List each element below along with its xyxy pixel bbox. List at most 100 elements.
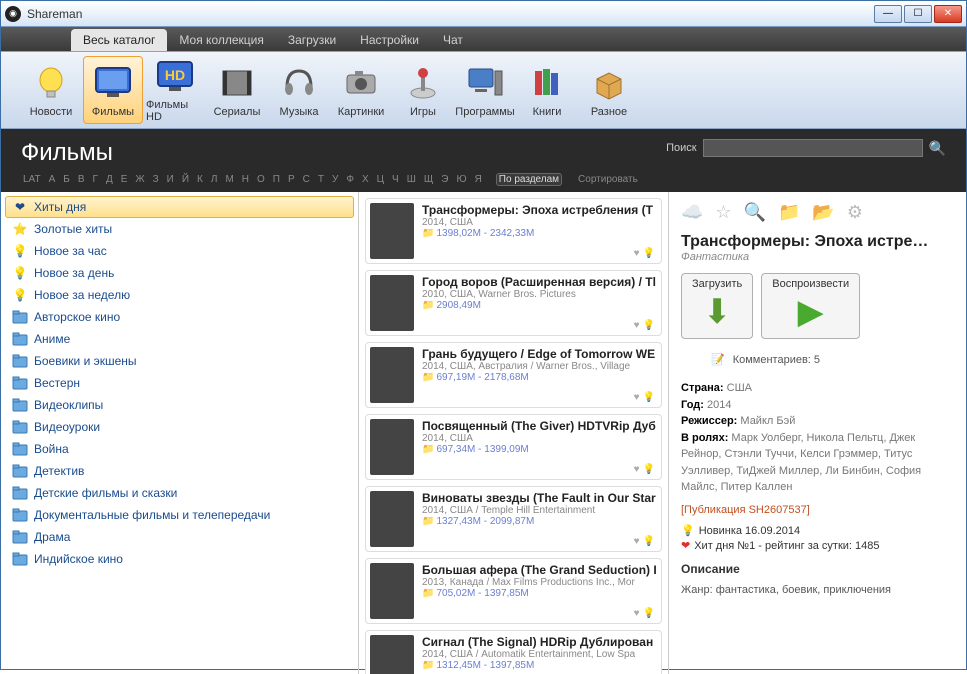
toolbar-box[interactable]: Разное [579,56,639,124]
alpha-Н[interactable]: Н [240,174,251,185]
alpha-Щ[interactable]: Щ [422,174,435,185]
open-folder-icon[interactable]: 📂 [812,202,834,223]
sidebar-item-2[interactable]: 💡Новое за час [5,240,354,262]
toolbar-bulb[interactable]: Новости [21,56,81,124]
alpha-Х[interactable]: Х [360,174,371,185]
alpha-У[interactable]: У [330,174,340,185]
menu-item-2[interactable]: Загрузки [276,29,348,51]
toolbar-film[interactable]: Сериалы [207,56,267,124]
alpha-Т[interactable]: Т [316,174,326,185]
upload-icon[interactable]: ☁️ [681,202,703,223]
movie-size: 📁697,34M - 1399,09M [422,444,657,455]
alpha-О[interactable]: О [255,174,267,185]
toolbar-hd[interactable]: HDФильмы HD [145,56,205,124]
download-button[interactable]: Загрузить ⬇ [681,273,753,339]
alpha-З[interactable]: З [151,174,161,185]
sidebar-item-0[interactable]: ❤Хиты дня [5,196,354,218]
books-icon [526,62,568,104]
alpha-Г[interactable]: Г [91,174,100,185]
alpha-LAT[interactable]: LAT [21,174,43,185]
menu-item-1[interactable]: Моя коллекция [167,29,275,51]
alpha-Д[interactable]: Д [104,174,115,185]
menu-item-3[interactable]: Настройки [348,29,431,51]
comments-row[interactable]: 📝 Комментариев: 5 [711,353,954,366]
sidebar-item-13[interactable]: Детские фильмы и сказки [5,482,354,504]
sidebar-item-8[interactable]: Вестерн [5,372,354,394]
maximize-button[interactable]: ☐ [904,5,932,23]
sort-label[interactable]: Сортировать [576,174,640,185]
movie-row-2[interactable]: Грань будущего / Edge of Tomorrow WE2014… [365,342,662,408]
titlebar: ◉ Shareman — ☐ ✕ [1,1,966,27]
search-input[interactable] [703,139,923,157]
sidebar-item-14[interactable]: Документальные фильмы и телепередачи [5,504,354,526]
sidebar-item-10[interactable]: Видеоуроки [5,416,354,438]
alpha-Ч[interactable]: Ч [390,174,401,185]
settings-icon[interactable]: ⚙ [847,202,863,223]
heart-icon[interactable]: ♥ [634,608,640,619]
sidebar-item-9[interactable]: Видеоклипы [5,394,354,416]
play-label: Воспроизвести [772,278,849,290]
sidebar-item-15[interactable]: Драма [5,526,354,548]
sidebar-item-11[interactable]: Война [5,438,354,460]
movie-row-3[interactable]: Посвященный (The Giver) HDTVRip Дуб2014,… [365,414,662,480]
movie-row-0[interactable]: Трансформеры: Эпоха истребления (T2014, … [365,198,662,264]
alpha-И[interactable]: И [165,174,176,185]
alpha-П[interactable]: П [271,174,282,185]
heart-icon[interactable]: ♥ [634,320,640,331]
sidebar: ❤Хиты дня⭐Золотые хиты💡Новое за час💡Ново… [1,192,359,674]
alpha-Й[interactable]: Й [180,174,191,185]
folder-icon[interactable]: 📁 [778,202,800,223]
alpha-К[interactable]: К [195,174,205,185]
sidebar-item-4[interactable]: 💡Новое за неделю [5,284,354,306]
minimize-button[interactable]: — [874,5,902,23]
sidebar-item-7[interactable]: Боевики и экшены [5,350,354,372]
search-icon[interactable]: 🔍 [929,140,946,157]
close-button[interactable]: ✕ [934,5,962,23]
heart-icon[interactable]: ♥ [634,464,640,475]
alpha-Ф[interactable]: Ф [344,174,356,185]
toolbar-camera[interactable]: Картинки [331,56,391,124]
alpha-Э[interactable]: Э [439,174,450,185]
svg-text:HD: HD [165,67,185,83]
zoom-icon[interactable]: 🔍 [744,202,766,223]
toolbar-books[interactable]: Книги [517,56,577,124]
alpha-Б[interactable]: Б [61,174,72,185]
sidebar-item-1[interactable]: ⭐Золотые хиты [5,218,354,240]
sidebar-item-16[interactable]: Индийское кино [5,548,354,570]
alpha-Е[interactable]: Е [119,174,130,185]
toolbar-headphones[interactable]: Музыка [269,56,329,124]
alpha-Р[interactable]: Р [286,174,297,185]
heart-icon[interactable]: ♥ [634,536,640,547]
heart-icon[interactable]: ♥ [634,248,640,259]
alpha-Ж[interactable]: Ж [133,174,146,185]
movie-row-6[interactable]: Сигнал (The Signal) HDRip Дублирован2014… [365,630,662,674]
sidebar-item-5[interactable]: Авторское кино [5,306,354,328]
sidebar-item-6[interactable]: Аниме [5,328,354,350]
alpha-С[interactable]: С [301,174,312,185]
alpha-В[interactable]: В [76,174,87,185]
alpha-Я[interactable]: Я [473,174,484,185]
alpha-Ц[interactable]: Ц [375,174,386,185]
menu-item-0[interactable]: Весь каталог [71,29,167,51]
alpha-М[interactable]: М [223,174,235,185]
alpha-А[interactable]: А [47,174,58,185]
heart-icon[interactable]: ♥ [634,392,640,403]
toolbar-joystick[interactable]: Игры [393,56,453,124]
alpha-Ю[interactable]: Ю [454,174,468,185]
movie-row-1[interactable]: Город воров (Расширенная версия) / Tl201… [365,270,662,336]
play-button[interactable]: Воспроизвести ▶ [761,273,860,339]
movie-sub: 2013, Канада / Max Films Productions Inc… [422,577,657,588]
sections-button[interactable]: По разделам [496,173,562,186]
sidebar-item-3[interactable]: 💡Новое за день [5,262,354,284]
star-icon[interactable]: ☆ [715,202,731,223]
movie-row-4[interactable]: Виноваты звезды (The Fault in Our Star20… [365,486,662,552]
alpha-Л[interactable]: Л [209,174,220,185]
publication-link[interactable]: [Публикация SH2607537] [681,504,954,516]
toolbar-pc[interactable]: Программы [455,56,515,124]
search-row: Поиск 🔍 [666,139,946,157]
sidebar-item-12[interactable]: Детектив [5,460,354,482]
movie-row-5[interactable]: Большая афера (The Grand Seduction) I201… [365,558,662,624]
menu-item-4[interactable]: Чат [431,29,475,51]
alpha-Ш[interactable]: Ш [405,174,418,185]
toolbar-tv[interactable]: Фильмы [83,56,143,124]
